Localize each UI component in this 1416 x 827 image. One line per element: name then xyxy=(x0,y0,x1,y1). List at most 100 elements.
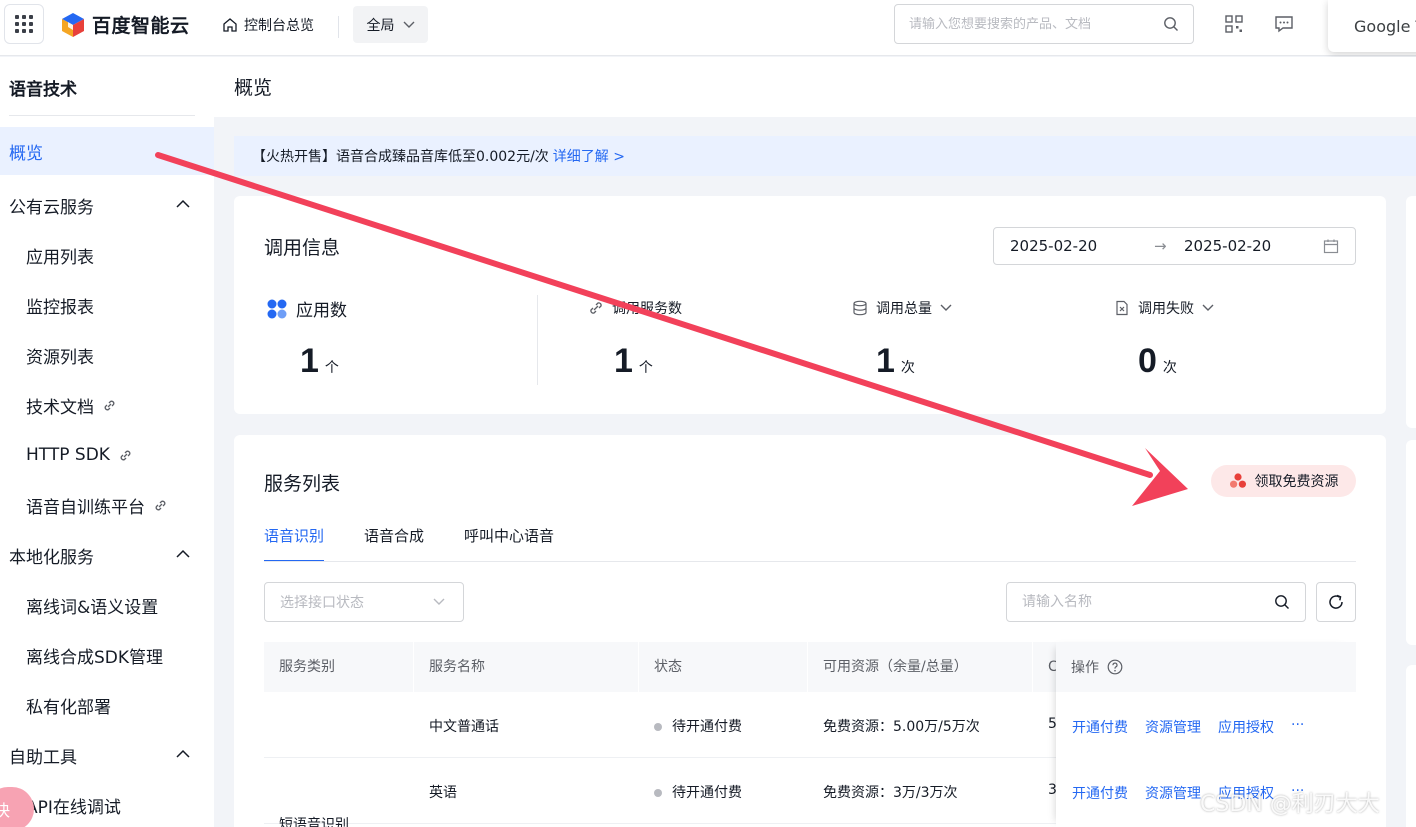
stat-app-count: 应用数 xyxy=(266,296,347,321)
sidebar: 语音技术 概览 公有云服务 应用列表 监控报表 资源列表 技术文档 HTTP S… xyxy=(0,57,214,827)
sidebar-item-label: 离线合成SDK管理 xyxy=(26,647,164,668)
promo-notice-text: 【火热开售】语音合成臻品音库低至0.002元/次 xyxy=(252,149,549,165)
external-link-icon xyxy=(155,500,166,510)
stat-total-calls[interactable]: 调用总量 xyxy=(852,298,952,318)
stat-unit: 个 xyxy=(324,360,339,376)
stat-failed-calls[interactable]: 调用失败 xyxy=(1114,298,1214,318)
col-header-status: 状态 xyxy=(654,659,682,675)
col-header-partial: C xyxy=(1048,659,1058,675)
stat-service-count: 调用服务数 xyxy=(588,298,682,318)
sidebar-group-local-service[interactable]: 本地化服务 xyxy=(0,531,214,579)
right-panel-edge xyxy=(1406,440,1416,645)
translate-popup[interactable]: Google T xyxy=(1328,0,1416,52)
sidebar-item-label: HTTP SDK xyxy=(26,445,110,465)
sidebar-item-offline-sdk[interactable]: 离线合成SDK管理 xyxy=(0,631,214,679)
stat-label: 调用失败 xyxy=(1138,301,1194,317)
baidu-cloud-logo-icon xyxy=(62,12,84,37)
brand-logo[interactable]: 百度智能云 xyxy=(60,11,190,38)
sidebar-item-label: 公有云服务 xyxy=(9,197,94,218)
status-dot xyxy=(654,789,662,797)
help-circle-icon[interactable] xyxy=(1107,659,1123,675)
sidebar-item-offline-words[interactable]: 离线词&语义设置 xyxy=(0,581,214,629)
name-search[interactable] xyxy=(1006,582,1306,622)
sidebar-item-label: 技术文档 xyxy=(26,397,94,418)
sidebar-item-label: 资源列表 xyxy=(26,347,94,368)
stat-label: 调用总量 xyxy=(876,301,932,317)
stat-number: 1 xyxy=(876,342,895,380)
tabs-divider xyxy=(264,561,1356,562)
sidebar-item-private-deploy[interactable]: 私有化部署 xyxy=(0,681,214,729)
status-dot xyxy=(654,723,662,731)
brand-name: 百度智能云 xyxy=(92,15,190,37)
tab-call-center[interactable]: 呼叫中心语音 xyxy=(464,522,554,562)
chevron-down-icon xyxy=(403,21,414,28)
stat-unit: 个 xyxy=(638,360,653,376)
message-icon[interactable] xyxy=(1274,14,1294,34)
right-panel-edge xyxy=(1406,665,1416,827)
stat-unit: 次 xyxy=(1162,360,1177,376)
app-authorize-link[interactable]: 应用授权 xyxy=(1218,717,1274,737)
service-list-title: 服务列表 xyxy=(264,473,341,495)
sidebar-item-label: 私有化部署 xyxy=(26,697,111,718)
sidebar-item-monitor-report[interactable]: 监控报表 xyxy=(0,281,214,329)
app-grid-button[interactable] xyxy=(4,4,44,44)
failed-file-icon xyxy=(1116,300,1128,316)
top-bar: 百度智能云 控制台总览 全局 Google T xyxy=(0,0,1416,56)
qrcode-icon[interactable] xyxy=(1224,14,1244,34)
sidebar-item-tech-docs[interactable]: 技术文档 xyxy=(0,381,214,429)
sidebar-item-label: 应用列表 xyxy=(26,247,94,268)
status-text: 待开通付费 xyxy=(672,785,742,801)
chevron-up-icon xyxy=(176,549,190,558)
sidebar-item-http-sdk[interactable]: HTTP SDK xyxy=(0,431,214,479)
chevron-up-icon xyxy=(176,749,190,758)
tab-speech-recognition[interactable]: 语音识别 xyxy=(264,522,325,562)
calendar-icon xyxy=(1323,239,1339,254)
open-payment-link[interactable]: 开通付费 xyxy=(1072,783,1128,803)
open-payment-link[interactable]: 开通付费 xyxy=(1072,717,1128,737)
console-home-link[interactable]: 控制台总览 xyxy=(222,15,314,35)
chevron-up-icon xyxy=(176,199,190,208)
service-status: 待开通付费 xyxy=(654,716,742,736)
search-icon[interactable] xyxy=(1163,16,1179,32)
more-actions-icon[interactable]: ··· xyxy=(1291,717,1304,737)
stat-number: 1 xyxy=(614,342,633,380)
name-search-input[interactable] xyxy=(1022,594,1274,610)
apps-icon xyxy=(267,299,287,318)
chevron-down-icon xyxy=(1202,304,1214,311)
date-arrow: → xyxy=(1154,237,1167,255)
refresh-icon xyxy=(1329,594,1343,609)
resource-manage-link[interactable]: 资源管理 xyxy=(1145,783,1201,803)
database-icon xyxy=(853,300,867,316)
resource-manage-link[interactable]: 资源管理 xyxy=(1145,717,1201,737)
global-search-input[interactable] xyxy=(909,16,1163,32)
status-filter-select[interactable]: 选择接口状态 xyxy=(264,582,464,622)
sidebar-item-self-training[interactable]: 语音自训练平台 xyxy=(0,481,214,529)
status-filter-placeholder: 选择接口状态 xyxy=(280,595,364,611)
global-search[interactable] xyxy=(894,4,1194,44)
col-header-resource: 可用资源（余量/总量） xyxy=(823,659,968,675)
sidebar-group-public-cloud[interactable]: 公有云服务 xyxy=(0,181,214,229)
service-category: 短语音识别 xyxy=(279,817,349,827)
search-icon[interactable] xyxy=(1274,594,1290,610)
sidebar-item-label: 本地化服务 xyxy=(9,547,94,568)
page-title: 概览 xyxy=(234,77,273,99)
scope-select[interactable]: 全局 xyxy=(353,6,428,43)
date-range-picker[interactable]: 2025-02-20 → 2025-02-20 xyxy=(993,227,1356,265)
sidebar-item-overview[interactable]: 概览 xyxy=(0,127,214,175)
sidebar-item-app-list[interactable]: 应用列表 xyxy=(0,231,214,279)
sidebar-item-resource-list[interactable]: 资源列表 xyxy=(0,331,214,379)
service-tabs: 语音识别 语音合成 呼叫中心语音 xyxy=(264,522,554,562)
sidebar-item-label: 自助工具 xyxy=(9,747,77,768)
stat-number: 0 xyxy=(1138,342,1157,380)
sidebar-item-label: 监控报表 xyxy=(26,297,94,318)
col-header-name: 服务名称 xyxy=(429,659,485,675)
tab-speech-synthesis[interactable]: 语音合成 xyxy=(364,522,424,562)
watermark: CSDN @利刃大大 xyxy=(1200,792,1380,817)
get-free-resource-button[interactable]: 领取免费资源 xyxy=(1211,465,1356,497)
refresh-button[interactable] xyxy=(1316,582,1356,622)
promo-detail-link[interactable]: 详细了解 > xyxy=(553,146,625,166)
sidebar-title: 语音技术 xyxy=(9,80,77,100)
topbar-divider xyxy=(338,16,339,38)
stat-total-calls-value: 1 次 xyxy=(876,342,915,381)
sidebar-group-self-service[interactable]: 自助工具 xyxy=(0,731,214,779)
